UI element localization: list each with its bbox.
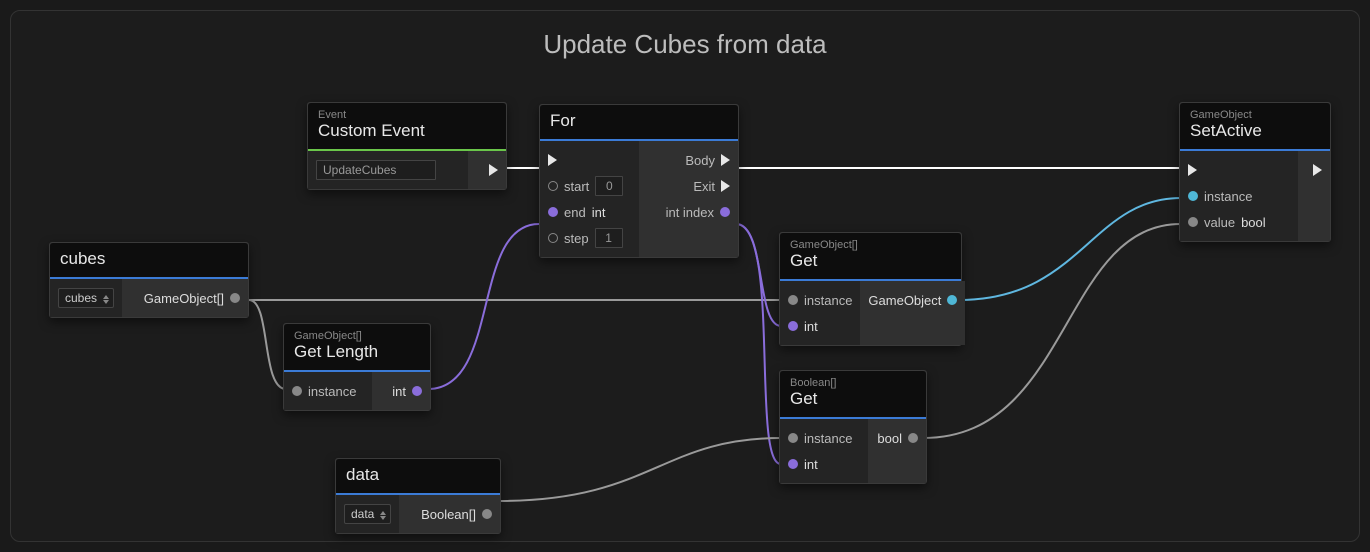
node-title: Get — [790, 251, 951, 271]
index-port[interactable] — [788, 321, 798, 331]
var-dropdown[interactable]: data — [344, 504, 391, 524]
output-port[interactable] — [947, 295, 957, 305]
output-port[interactable] — [230, 293, 240, 303]
start-port[interactable] — [548, 181, 558, 191]
var-dropdown[interactable]: cubes — [58, 288, 114, 308]
node-title: For — [550, 111, 728, 131]
node-cubes-var[interactable]: cubes cubes GameObject[] — [49, 242, 249, 318]
instance-port[interactable] — [788, 295, 798, 305]
output-port[interactable] — [482, 509, 492, 519]
index-out-port[interactable] — [720, 207, 730, 217]
node-graph-canvas[interactable]: Update Cubes from data Event Custom Even… — [10, 10, 1360, 542]
node-title: cubes — [60, 249, 238, 269]
node-for[interactable]: For start 0 end int step 1 — [539, 104, 739, 258]
end-port[interactable] — [548, 207, 558, 217]
output-port[interactable] — [908, 433, 918, 443]
start-value-field[interactable]: 0 — [595, 176, 623, 196]
event-name-field[interactable]: UpdateCubes — [316, 160, 436, 180]
node-title: Get Length — [294, 342, 420, 362]
instance-port[interactable] — [788, 433, 798, 443]
node-subtitle: Boolean[] — [790, 377, 916, 389]
node-subtitle: GameObject[] — [294, 330, 420, 342]
step-port[interactable] — [548, 233, 558, 243]
node-subtitle: GameObject[] — [790, 239, 951, 251]
node-title: Get — [790, 389, 916, 409]
flow-in-port[interactable] — [548, 154, 557, 166]
node-subtitle: Event — [318, 109, 496, 121]
exit-flow-port[interactable] — [721, 180, 730, 192]
step-value-field[interactable]: 1 — [595, 228, 623, 248]
value-port[interactable] — [1188, 217, 1198, 227]
instance-port[interactable] — [292, 386, 302, 396]
body-flow-port[interactable] — [721, 154, 730, 166]
node-get-length[interactable]: GameObject[] Get Length instance int — [283, 323, 431, 411]
node-title: SetActive — [1190, 121, 1320, 141]
node-subtitle: GameObject — [1190, 109, 1320, 121]
node-title: data — [346, 465, 490, 485]
index-port[interactable] — [788, 459, 798, 469]
graph-title: Update Cubes from data — [11, 29, 1359, 60]
output-port[interactable] — [412, 386, 422, 396]
node-data-var[interactable]: data data Boolean[] — [335, 458, 501, 534]
node-title: Custom Event — [318, 121, 496, 141]
node-set-active[interactable]: GameObject SetActive instance value bool — [1179, 102, 1331, 242]
node-get-gameobject[interactable]: GameObject[] Get instance int GameObject — [779, 232, 962, 346]
node-get-boolean[interactable]: Boolean[] Get instance int bool — [779, 370, 927, 484]
instance-port[interactable] — [1188, 191, 1198, 201]
flow-in-port[interactable] — [1188, 164, 1197, 176]
node-custom-event[interactable]: Event Custom Event UpdateCubes — [307, 102, 507, 190]
flow-out-port[interactable] — [1313, 164, 1322, 176]
flow-out-port[interactable] — [489, 164, 498, 176]
